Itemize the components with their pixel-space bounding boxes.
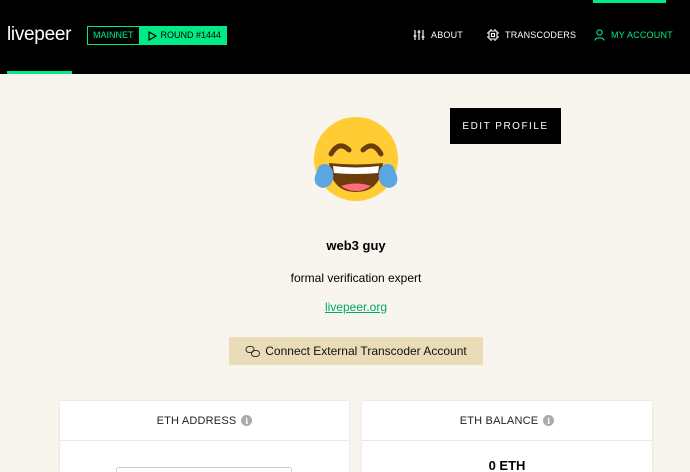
profile-website: livepeer.org — [0, 300, 690, 314]
profile-name: web3 guy — [326, 238, 386, 253]
network-badge[interactable]: MAINNET ROUND #1444 — [87, 26, 228, 45]
nav-active-accent — [593, 0, 666, 3]
nav-about-label: ABOUT — [431, 30, 464, 40]
connect-transcoder-label: Connect External Transcoder Account — [265, 344, 467, 358]
eth-address-header: ETH ADDRESS i — [60, 401, 349, 441]
round-indicator: ROUND #1444 — [139, 26, 228, 45]
eth-address-title: ETH ADDRESS — [156, 414, 237, 427]
nav-about[interactable]: ABOUT — [413, 29, 463, 41]
avatar — [314, 117, 398, 201]
round-label: ROUND #1444 — [160, 30, 222, 40]
eth-address-card: ETH ADDRESS i — [60, 401, 349, 472]
nav-my-account-label: MY ACCOUNT — [611, 30, 673, 40]
info-icon[interactable]: i — [241, 415, 253, 426]
nav-my-account[interactable]: MY ACCOUNT — [594, 29, 673, 41]
connect-transcoder-button[interactable]: Connect External Transcoder Account — [229, 337, 483, 365]
eth-balance-header: ETH BALANCE i — [362, 401, 652, 441]
profile-bio: formal verification expert — [290, 271, 422, 285]
website-link[interactable]: livepeer.org — [325, 300, 387, 314]
info-icon[interactable]: i — [543, 415, 555, 426]
user-icon — [594, 29, 605, 41]
top-navigation-bar: livepeer MAINNET ROUND #1444 ABOUT TRANS… — [0, 0, 690, 74]
sliders-icon — [413, 30, 425, 40]
chip-icon — [487, 29, 499, 41]
edit-profile-button[interactable]: EDIT PROFILE — [450, 108, 561, 144]
eth-balance-card: ETH BALANCE i 0 ETH — [362, 401, 652, 472]
network-label: MAINNET — [87, 26, 140, 45]
livepeer-logo[interactable]: livepeer — [7, 24, 71, 46]
nav-transcoders-label: TRANSCODERS — [505, 30, 577, 40]
chain-link-icon — [245, 345, 261, 357]
play-icon — [147, 30, 157, 41]
eth-address-field[interactable] — [116, 467, 292, 472]
nav-transcoders[interactable]: TRANSCODERS — [487, 29, 576, 41]
eth-balance-title: ETH BALANCE — [459, 414, 539, 427]
active-home-indicator — [7, 71, 72, 74]
eth-balance-value: 0 ETH — [488, 458, 526, 472]
